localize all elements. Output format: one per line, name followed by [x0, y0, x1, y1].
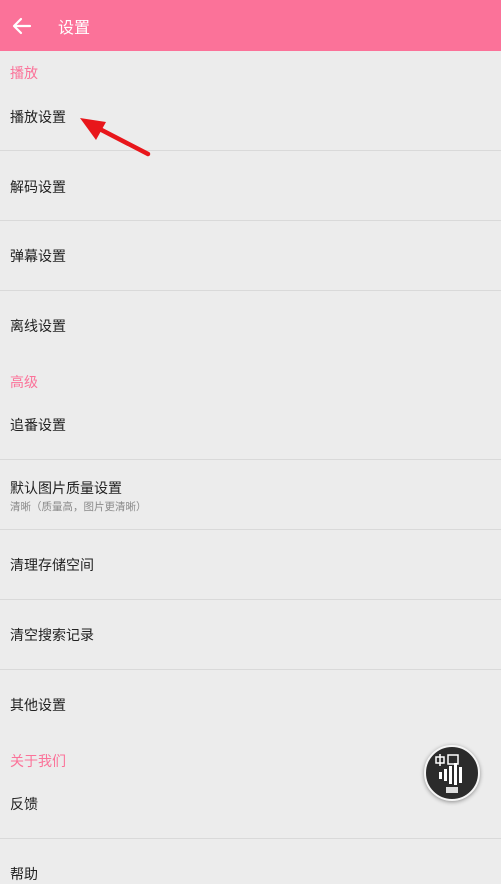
section-header-advanced: 高级	[10, 375, 38, 391]
settings-row-danmaku[interactable]: 弹幕设置	[0, 221, 501, 291]
row-label: 清理存储空间	[10, 558, 94, 574]
page-title: 设置	[58, 17, 91, 37]
section-header-about: 关于我们	[10, 754, 66, 770]
settings-row-clear-search[interactable]: 清空搜索记录	[0, 600, 501, 670]
row-label: 追番设置	[10, 418, 66, 434]
arrow-left-icon	[12, 17, 32, 34]
row-label: 反馈	[10, 797, 38, 813]
row-label: 清空搜索记录	[10, 628, 94, 644]
settings-row-other[interactable]: 其他设置	[0, 670, 501, 740]
row-label: 默认图片质量设置	[10, 481, 122, 497]
watermark-badge-icon	[435, 754, 462, 793]
floating-badge-button[interactable]	[424, 745, 480, 801]
row-label: 解码设置	[10, 180, 66, 196]
settings-row-image-quality[interactable]: 默认图片质量设置 清晰（质量高，图片更清晰）	[0, 460, 501, 530]
back-button[interactable]	[0, 0, 44, 51]
row-label: 其他设置	[10, 698, 66, 714]
row-label: 播放设置	[10, 110, 66, 126]
row-label: 离线设置	[10, 319, 66, 335]
red-pointer-arrow-icon	[80, 118, 151, 157]
row-label: 弹幕设置	[10, 249, 66, 265]
settings-row-help[interactable]: 帮助	[0, 839, 501, 884]
settings-row-offline[interactable]: 离线设置	[0, 291, 501, 357]
row-sublabel: 清晰（质量高，图片更清晰）	[10, 501, 147, 513]
settings-row-follow[interactable]: 追番设置	[0, 390, 501, 460]
app-bar: 设置	[0, 0, 501, 51]
row-label: 帮助	[10, 867, 38, 883]
settings-row-clear-storage[interactable]: 清理存储空间	[0, 530, 501, 600]
section-header-play: 播放	[10, 66, 38, 82]
